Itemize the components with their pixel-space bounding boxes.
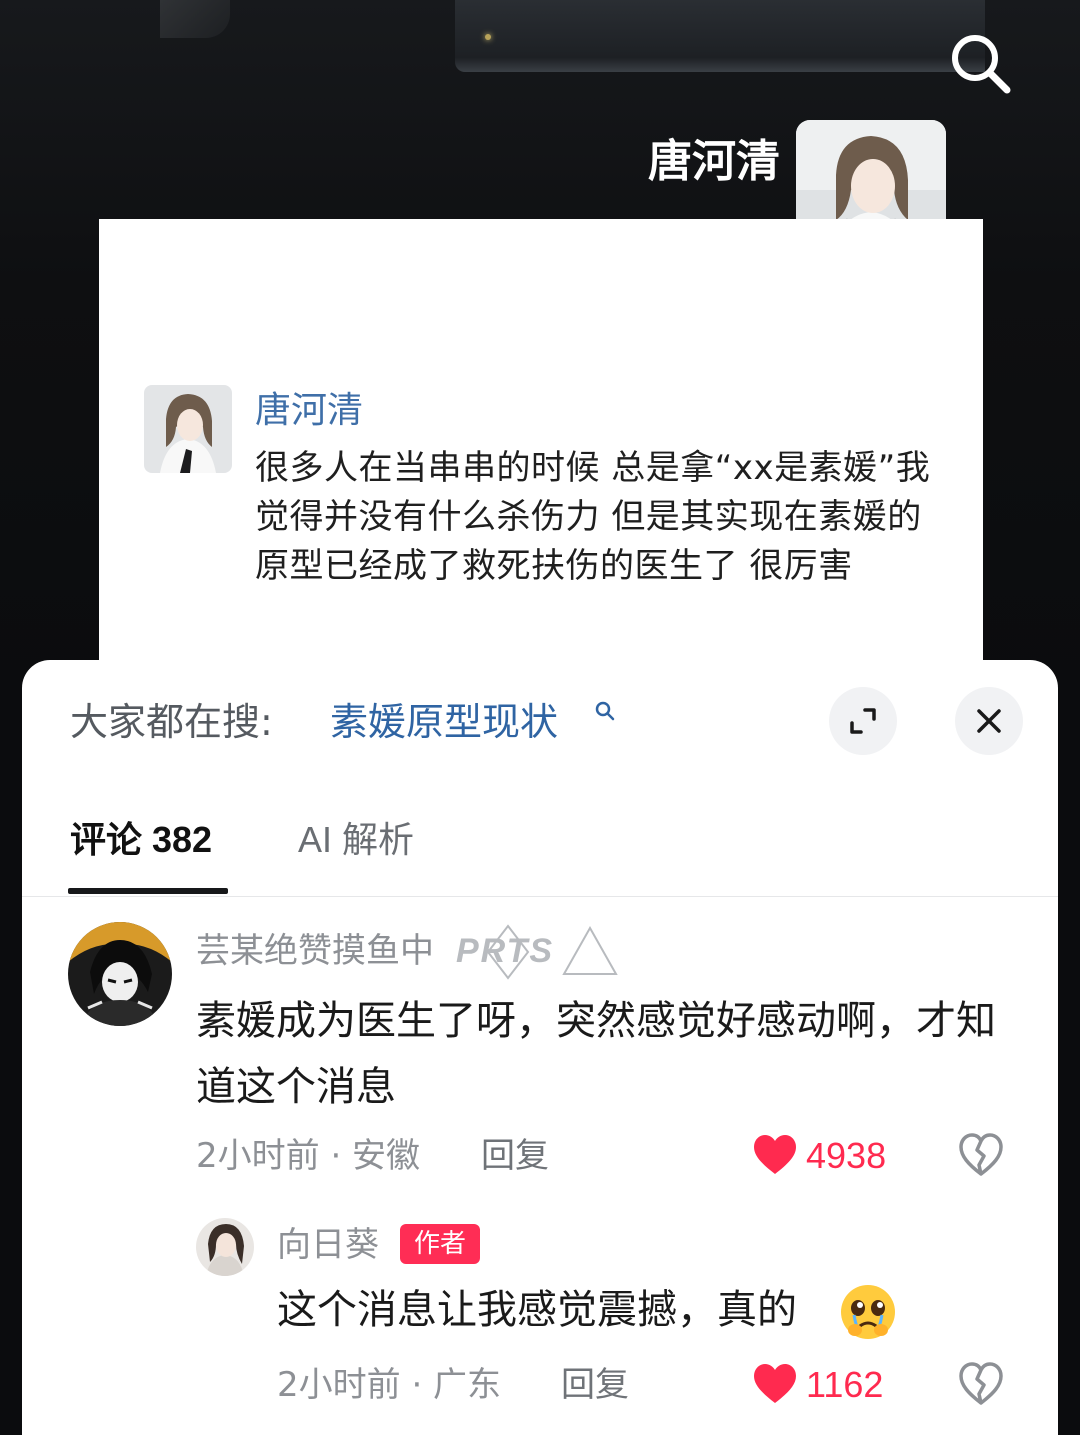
post-author-avatar[interactable] [144, 385, 232, 473]
reply-avatar[interactable] [196, 1218, 254, 1276]
reply-text: 这个消息让我感觉震撼，真的 [277, 1287, 797, 1333]
author-badge: 作者 [400, 1224, 480, 1264]
close-icon [977, 709, 1001, 733]
comment-avatar[interactable] [68, 922, 172, 1026]
tab-divider [22, 896, 1058, 897]
search-icon[interactable] [945, 28, 1015, 98]
post-author-name[interactable]: 唐河清 [255, 385, 363, 437]
badge-emblem-icon [486, 924, 618, 980]
comment-meta: 2小时前 · 安徽 [196, 1136, 421, 1176]
like-count: 4938 [806, 1135, 887, 1176]
expand-icon [850, 708, 876, 734]
avatar-photo [144, 385, 232, 473]
reply-button[interactable]: 回复 [481, 1131, 549, 1181]
comment-username[interactable]: 芸某绝赞摸鱼中 [196, 925, 434, 977]
trending-search-term[interactable]: 素媛原型现状 [330, 693, 558, 751]
video-frame-strip [455, 0, 985, 72]
avatar-photo [196, 1218, 254, 1276]
post-text: 很多人在当串串的时候 总是拿“xx是素媛”我觉得并没有什么杀伤力 但是其实现在素… [255, 448, 931, 586]
broken-heart-icon[interactable] [958, 1133, 1004, 1177]
tab-comments[interactable]: 评论 382 [70, 815, 212, 865]
heart-icon[interactable] [752, 1363, 798, 1405]
trending-search-label: 大家都在搜: [70, 700, 273, 744]
broken-heart-icon[interactable] [958, 1362, 1004, 1406]
reply-button[interactable]: 回复 [561, 1360, 629, 1410]
search-icon [595, 701, 615, 721]
tab-ai-analysis[interactable]: AI 解析 [298, 815, 414, 865]
like-count: 1162 [806, 1364, 884, 1405]
reply-username[interactable]: 向日葵 [277, 1220, 379, 1270]
reply-meta: 2小时前 · 广东 [277, 1365, 502, 1405]
expand-button[interactable] [829, 687, 897, 755]
heart-icon[interactable] [752, 1134, 798, 1176]
comment-text: 素媛成为医生了呀，突然感觉好感动啊，才知道这个消息 [196, 998, 996, 1110]
avatar-photo [68, 922, 172, 1026]
active-tab-indicator [68, 888, 228, 894]
pleading-face-emoji [841, 1285, 895, 1339]
header-author-name: 唐河清 [648, 137, 780, 186]
video-frame-corner [160, 0, 230, 38]
close-button[interactable] [955, 687, 1023, 755]
